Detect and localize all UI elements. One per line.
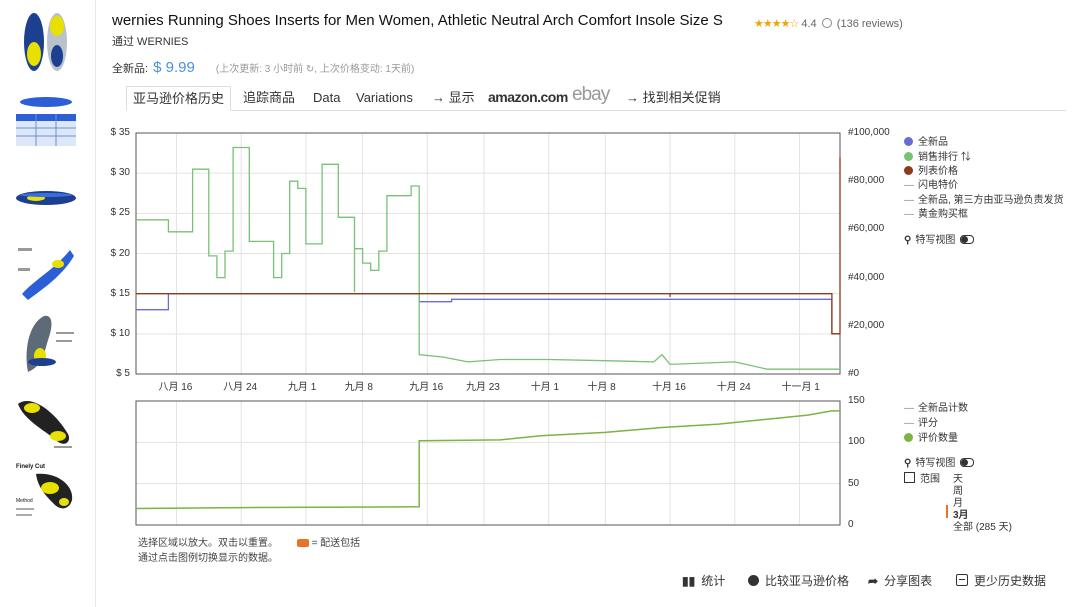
range-label: 范围: [904, 470, 940, 485]
y-left-tick: $ 15: [110, 287, 130, 299]
stats-button[interactable]: ▮▮ 统计: [682, 572, 725, 589]
toggle-icon[interactable]: [960, 235, 975, 244]
x-tick: 九月 16: [409, 382, 444, 393]
x-tick: 八月 16: [158, 382, 193, 393]
range-all[interactable]: 全部 (285 天): [953, 518, 1012, 533]
toggle-icon[interactable]: [960, 458, 975, 467]
zoom-note-text: 选择区域以放大。双击以重置。: [138, 538, 278, 549]
closeup-toggle-bottom[interactable]: ⚲ 特写视图: [904, 454, 975, 469]
share-label: 分享图表: [884, 574, 933, 588]
legend-rank-dot: [904, 152, 913, 161]
x-tick: 十月 16: [652, 382, 686, 393]
main-chart-grid: [136, 132, 840, 375]
legend-rating[interactable]: — 评分: [904, 414, 938, 429]
closeup-label-top: 特写视图: [915, 235, 956, 246]
x-tick: 九月 1: [287, 382, 317, 393]
range-label-text: 范围: [920, 474, 940, 485]
legend-new[interactable]: 全新品: [904, 133, 948, 148]
x-tick: 十月 24: [716, 382, 751, 393]
x-tick: 十月 1: [530, 382, 560, 393]
legend-rank[interactable]: 销售排行 ⇅: [904, 148, 971, 163]
y-right-tick: #100,000: [848, 127, 890, 138]
compare-label: 比较亚马逊价格: [765, 574, 850, 588]
stats-label: 统计: [701, 574, 726, 588]
y-left-tick: $ 30: [110, 167, 130, 179]
y-left-tick: $ 25: [110, 207, 130, 219]
legend-buybox-dash: —: [904, 209, 914, 220]
share-icon: ➦: [868, 574, 879, 588]
legend-fba[interactable]: — 全新品, 第三方由亚马逊负责发货: [904, 191, 1064, 206]
legend-lightning-label: 闪电特价: [918, 180, 958, 191]
closeup-toggle-top[interactable]: ⚲ 特写视图: [904, 231, 975, 246]
y-bottom-tick: 0: [848, 519, 854, 530]
shipping-note: = 配送包括: [311, 538, 361, 549]
x-tick: 八月 24: [223, 382, 258, 393]
legend-rating-dash: —: [904, 418, 914, 429]
search-icon: ⚲: [904, 458, 912, 469]
bar-chart-icon: ▮▮: [682, 574, 696, 588]
y-left-tick: $ 20: [110, 247, 130, 259]
y-bottom-tick: 50: [848, 477, 860, 489]
x-tick: 九月 8: [344, 382, 373, 393]
legend-review-count[interactable]: 评价数量: [904, 429, 958, 444]
y-right-tick: #80,000: [848, 175, 885, 187]
legend-review-label: 评价数量: [918, 433, 958, 444]
truck-icon: [296, 539, 309, 547]
legend-new-count[interactable]: — 全新品计数: [904, 399, 968, 414]
x-tick: 九月 23: [465, 382, 500, 393]
y-left-tick: $ 35: [110, 127, 130, 138]
legend-lightning-dash: —: [904, 180, 914, 191]
legend-new-count-label: 全新品计数: [918, 403, 968, 414]
search-icon: ⚲: [904, 235, 912, 246]
y-right-tick: #40,000: [848, 271, 885, 283]
price-history-chart[interactable]: [0, 0, 1080, 607]
legend-lightning[interactable]: — 闪电特价: [904, 176, 958, 191]
less-history-button[interactable]: 更少历史数据: [956, 572, 1046, 589]
less-history-label: 更少历史数据: [974, 574, 1047, 588]
collapse-icon: [956, 574, 968, 586]
legend-new-count-dash: —: [904, 403, 914, 414]
globe-icon: [748, 575, 759, 586]
y-right-tick: #20,000: [848, 319, 885, 331]
sort-icon[interactable]: ⇅: [961, 152, 971, 163]
bottom-chart-grid: [136, 400, 840, 526]
toggle-note: 通过点击图例切换显示的数据。: [138, 553, 278, 564]
y-right-tick: #0: [848, 368, 860, 379]
range-selected-marker: [946, 505, 948, 518]
share-button[interactable]: ➦ 分享图表: [868, 572, 932, 589]
legend-review-dot: [904, 433, 913, 442]
legend-list-price[interactable]: 列表价格: [904, 162, 958, 177]
y-bottom-tick: 150: [848, 395, 865, 406]
y-left-tick: $ 10: [110, 327, 130, 339]
y-right-tick: #60,000: [848, 223, 885, 235]
legend-rating-label: 评分: [918, 418, 938, 429]
closeup-label-bottom: 特写视图: [915, 458, 956, 469]
zoom-note: 选择区域以放大。双击以重置。 = 配送包括: [138, 534, 360, 549]
y-bottom-tick: 100: [848, 436, 865, 448]
legend-buybox[interactable]: — 黄金购买框: [904, 205, 968, 220]
calendar-icon: [904, 472, 915, 483]
y-left-tick: $ 5: [116, 368, 130, 379]
legend-new-label: 全新品: [918, 137, 948, 148]
legend-list-dot: [904, 166, 913, 175]
legend-buybox-label: 黄金购买框: [918, 209, 968, 220]
compare-button[interactable]: 比较亚马逊价格: [748, 572, 849, 589]
legend-new-dot: [904, 137, 913, 146]
x-tick: 十月 8: [587, 382, 616, 393]
x-tick: 十一月 1: [781, 382, 820, 393]
